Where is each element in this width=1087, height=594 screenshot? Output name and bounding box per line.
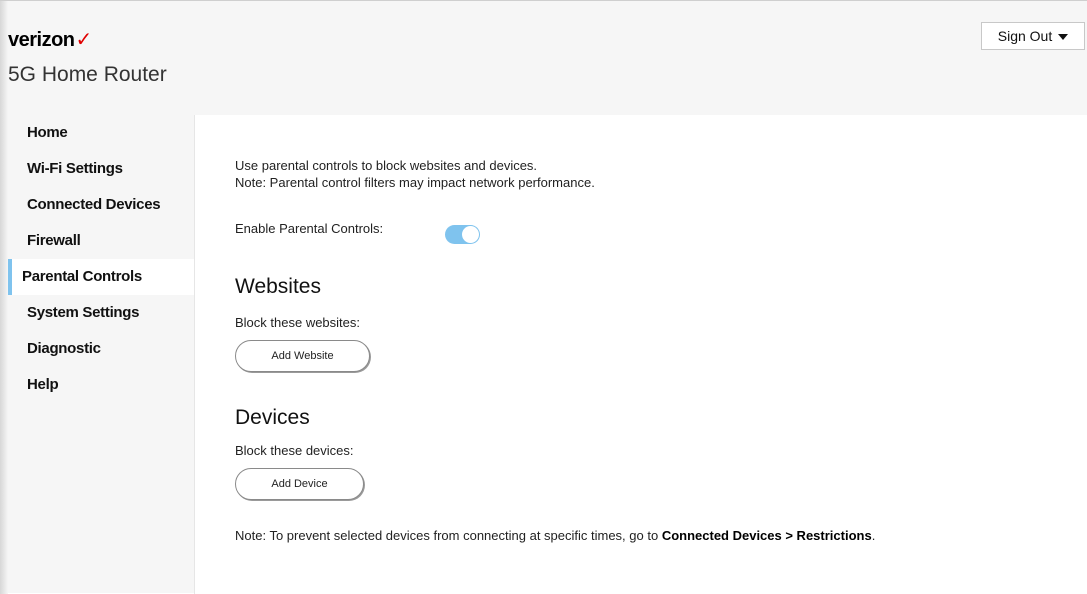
main-content: Use parental controls to block websites …: [194, 115, 1087, 594]
sidebar-item-connected-devices[interactable]: Connected Devices: [8, 187, 194, 223]
intro-line-2: Note: Parental control filters may impac…: [235, 175, 595, 190]
restrictions-note-text: Note: To prevent selected devices from c…: [235, 528, 662, 543]
add-device-button[interactable]: Add Device: [235, 468, 364, 500]
sidebar-item-home[interactable]: Home: [8, 115, 194, 151]
sidebar-item-parental-controls[interactable]: Parental Controls: [8, 259, 194, 295]
sidebar-item-label: Diagnostic: [27, 340, 101, 357]
restrictions-link[interactable]: Connected Devices > Restrictions: [662, 528, 872, 543]
product-title: 5G Home Router: [8, 63, 167, 86]
sidebar-item-label: Home: [27, 124, 68, 141]
sidebar-nav: Home Wi-Fi Settings Connected Devices Fi…: [8, 115, 194, 403]
websites-heading: Websites: [235, 275, 321, 298]
verizon-logo: verizon✓: [8, 27, 92, 52]
toggle-knob: [462, 226, 479, 243]
devices-heading: Devices: [235, 406, 310, 429]
window-edge: [0, 1, 8, 594]
app-frame: verizon✓ 5G Home Router Sign Out Home Wi…: [0, 0, 1087, 594]
sidebar-item-system-settings[interactable]: System Settings: [8, 295, 194, 331]
devices-subtitle: Block these devices:: [235, 443, 354, 458]
sidebar-item-wifi-settings[interactable]: Wi-Fi Settings: [8, 151, 194, 187]
logo-text: verizon: [8, 29, 75, 51]
websites-subtitle: Block these websites:: [235, 315, 361, 330]
enable-parental-controls-toggle[interactable]: [445, 225, 480, 244]
restrictions-note-suffix: .: [871, 528, 876, 543]
sidebar-item-firewall[interactable]: Firewall: [8, 223, 194, 259]
sidebar-item-label: System Settings: [27, 304, 140, 321]
intro-text: Use parental controls to block websites …: [235, 157, 595, 191]
intro-line-1: Use parental controls to block websites …: [235, 158, 538, 173]
sidebar-item-help[interactable]: Help: [8, 367, 194, 403]
sign-out-label: Sign Out: [997, 28, 1053, 44]
logo-check-icon: ✓: [75, 29, 93, 51]
sidebar-item-label: Help: [27, 376, 59, 393]
sign-out-button[interactable]: Sign Out: [981, 22, 1085, 50]
sidebar-item-label: Parental Controls: [22, 268, 142, 285]
enable-parental-controls-label: Enable Parental Controls:: [235, 221, 384, 236]
chevron-down-icon: [1058, 34, 1069, 40]
restrictions-note: Note: To prevent selected devices from c…: [235, 528, 875, 543]
add-website-button[interactable]: Add Website: [235, 340, 370, 372]
sidebar-item-label: Wi-Fi Settings: [27, 160, 123, 177]
sidebar-item-label: Connected Devices: [27, 196, 161, 213]
sidebar-item-label: Firewall: [27, 232, 81, 249]
sidebar-item-diagnostic[interactable]: Diagnostic: [8, 331, 194, 367]
